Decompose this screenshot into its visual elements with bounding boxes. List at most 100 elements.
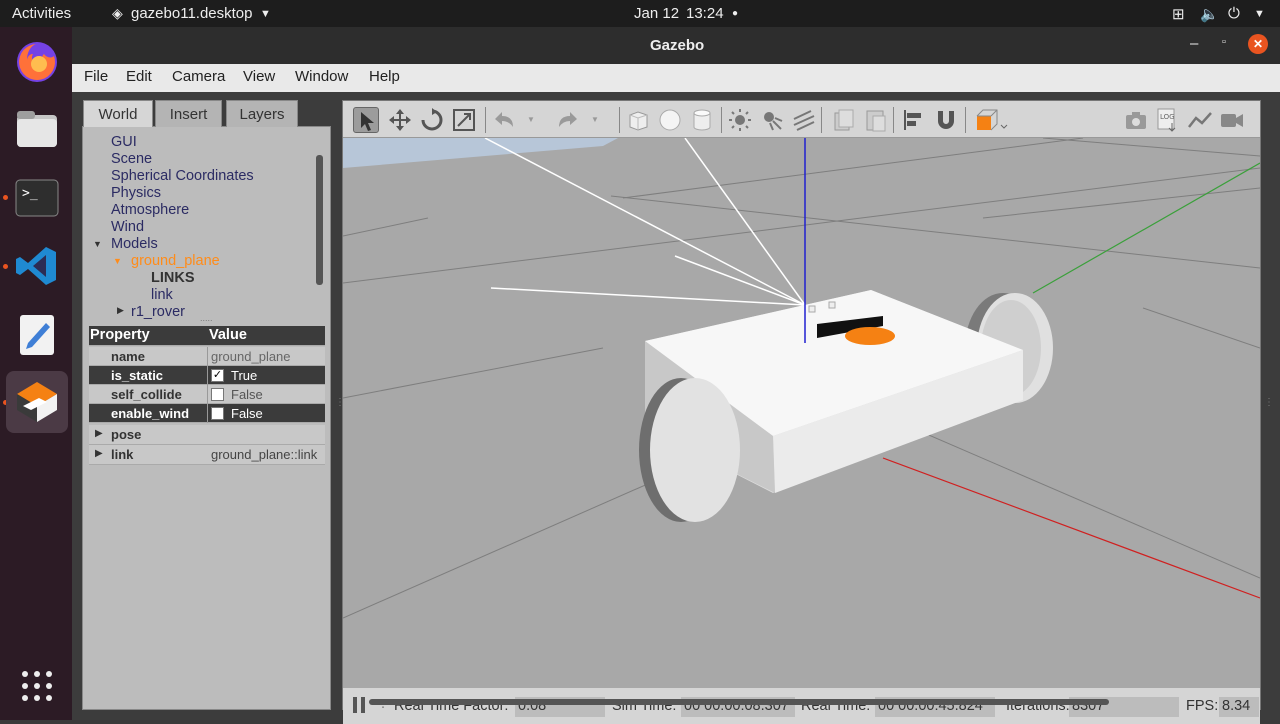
scene-toolbar: ▼ ▼ LOG [343, 101, 1260, 138]
tree-item-link[interactable]: link [151, 287, 173, 303]
maximize-icon[interactable]: ▫ [1222, 36, 1226, 48]
minimize-icon[interactable]: – [1190, 35, 1198, 52]
enable-wind-checkbox[interactable] [211, 407, 224, 420]
expand-arrow-icon[interactable]: ▼ [113, 256, 122, 266]
tree-item-scene[interactable]: Scene [111, 151, 152, 167]
vscode-icon[interactable] [6, 235, 68, 297]
tree-item-spherical-coordinates[interactable]: Spherical Coordinates [111, 168, 254, 184]
tree-item-models[interactable]: Models [111, 236, 158, 252]
dock: >_ [0, 27, 72, 720]
spotlight-icon[interactable] [759, 107, 785, 133]
screenshot-icon[interactable] [1123, 107, 1149, 133]
select-arrow-icon[interactable] [353, 107, 379, 133]
menu-edit[interactable]: Edit [126, 68, 152, 85]
self-collide-checkbox[interactable] [211, 388, 224, 401]
tab-layers[interactable]: Layers [226, 100, 298, 127]
tab-world[interactable]: World [83, 100, 153, 127]
sphere-icon[interactable] [657, 107, 683, 133]
close-icon[interactable]: ✕ [1248, 34, 1268, 54]
box-icon[interactable] [625, 107, 651, 133]
align-icon[interactable] [901, 107, 927, 133]
terminal-icon[interactable]: >_ [6, 167, 68, 229]
menu-file[interactable]: File [84, 68, 108, 85]
value-column-header: Value [209, 327, 247, 343]
is-static-checkbox[interactable]: ✓ [211, 369, 224, 382]
clock-time[interactable]: 13:24 [686, 5, 724, 22]
rotate-icon[interactable] [419, 107, 445, 133]
view-angle-icon[interactable] [973, 107, 1009, 133]
top-bar: Activities ◈ gazebo11.desktop ▼ Jan 12 1… [0, 0, 1280, 27]
svg-text:>_: >_ [22, 186, 38, 201]
prop-label: is_static [111, 368, 164, 383]
video-icon[interactable] [1219, 107, 1245, 133]
expand-arrow-icon[interactable]: ▶ [95, 428, 103, 439]
files-icon[interactable] [6, 99, 68, 161]
scene-viewport[interactable]: ▼ ▼ LOG Real Time Factor: 0.08 Sim Time:… [342, 100, 1261, 724]
pause-icon-bar[interactable] [361, 697, 365, 713]
power-icon[interactable]: ⏻ [1228, 5, 1240, 22]
expand-arrow-icon[interactable]: ▶ [117, 305, 124, 316]
panel-splitter-handle-right[interactable]: ⋮ [1264, 397, 1274, 408]
system-menu-chevron-icon[interactable]: ▼ [1254, 8, 1265, 20]
plot-icon[interactable] [1187, 107, 1213, 133]
prop-value[interactable]: ground_plane [211, 349, 291, 364]
prop-label: name [111, 349, 145, 364]
menu-help[interactable]: Help [369, 68, 400, 85]
app-menu[interactable]: gazebo11.desktop [131, 5, 253, 22]
prop-label: pose [111, 427, 142, 442]
expand-arrow-icon[interactable]: ▼ [93, 239, 102, 249]
clock-date[interactable]: Jan 12 [634, 5, 679, 22]
redo-dropdown-icon[interactable]: ▼ [591, 107, 603, 133]
cylinder-icon[interactable] [689, 107, 715, 133]
activities-button[interactable]: Activities [12, 5, 71, 22]
menu-camera[interactable]: Camera [172, 68, 225, 85]
text-editor-icon[interactable] [6, 303, 68, 365]
scale-icon[interactable] [451, 107, 477, 133]
property-row-name: name ground_plane [89, 347, 325, 366]
left-panel: World Insert Layers GUI Scene Spherical … [82, 100, 331, 710]
tree-item-wind[interactable]: Wind [111, 219, 144, 235]
menu-window[interactable]: Window [295, 68, 348, 85]
expand-arrow-icon[interactable]: ▶ [95, 448, 103, 459]
magnet-icon[interactable] [933, 107, 959, 133]
tree-item-r1-rover[interactable]: r1_rover [131, 304, 185, 320]
gazebo-icon[interactable] [6, 371, 68, 433]
splitter-handle[interactable]: ..... [200, 313, 213, 323]
status-bar: . Real Time Factor: 0.08 Sim Time: 00 00… [343, 688, 1260, 724]
window-title: Gazebo [650, 37, 705, 54]
fps-label: FPS: [1186, 698, 1219, 714]
log-icon[interactable]: LOG [1155, 107, 1181, 133]
paste-icon[interactable] [863, 107, 889, 133]
property-row-link[interactable]: ▶ link ground_plane::link [89, 445, 325, 465]
title-bar[interactable]: Gazebo – ▫ ✕ [72, 27, 1280, 64]
property-row-enable-wind: enable_wind False [89, 404, 325, 423]
app-menu-chevron-icon[interactable]: ▼ [260, 8, 271, 20]
firefox-icon[interactable] [6, 31, 68, 93]
tree-item-gui[interactable]: GUI [111, 134, 137, 150]
show-apps-icon[interactable] [6, 655, 68, 717]
status-scrollbar[interactable] [369, 699, 1109, 705]
property-row-pose[interactable]: ▶ pose [89, 425, 325, 445]
menu-view[interactable]: View [243, 68, 275, 85]
tree-item-atmosphere[interactable]: Atmosphere [111, 202, 189, 218]
directionallight-icon[interactable] [791, 107, 817, 133]
prop-label: enable_wind [111, 406, 190, 421]
redo-icon[interactable] [555, 107, 581, 133]
network-icon[interactable]: ⊞ [1172, 5, 1185, 23]
move-icon[interactable] [387, 107, 413, 133]
tree-scrollbar[interactable] [316, 155, 323, 285]
pointlight-icon[interactable] [727, 107, 753, 133]
prop-value: True [231, 368, 258, 383]
copy-icon[interactable] [831, 107, 857, 133]
undo-dropdown-icon[interactable]: ▼ [527, 107, 539, 133]
prop-value: False [231, 387, 263, 402]
prop-label: link [111, 447, 134, 462]
property-row-self-collide: self_collide False [89, 385, 325, 404]
scene-canvas[interactable] [343, 138, 1260, 688]
pause-icon[interactable] [353, 697, 357, 713]
undo-icon[interactable] [491, 107, 517, 133]
volume-icon[interactable]: 🔈 [1200, 5, 1219, 23]
tab-insert[interactable]: Insert [155, 100, 222, 127]
tree-item-ground-plane[interactable]: ground_plane [131, 253, 220, 269]
tree-item-physics[interactable]: Physics [111, 185, 161, 201]
